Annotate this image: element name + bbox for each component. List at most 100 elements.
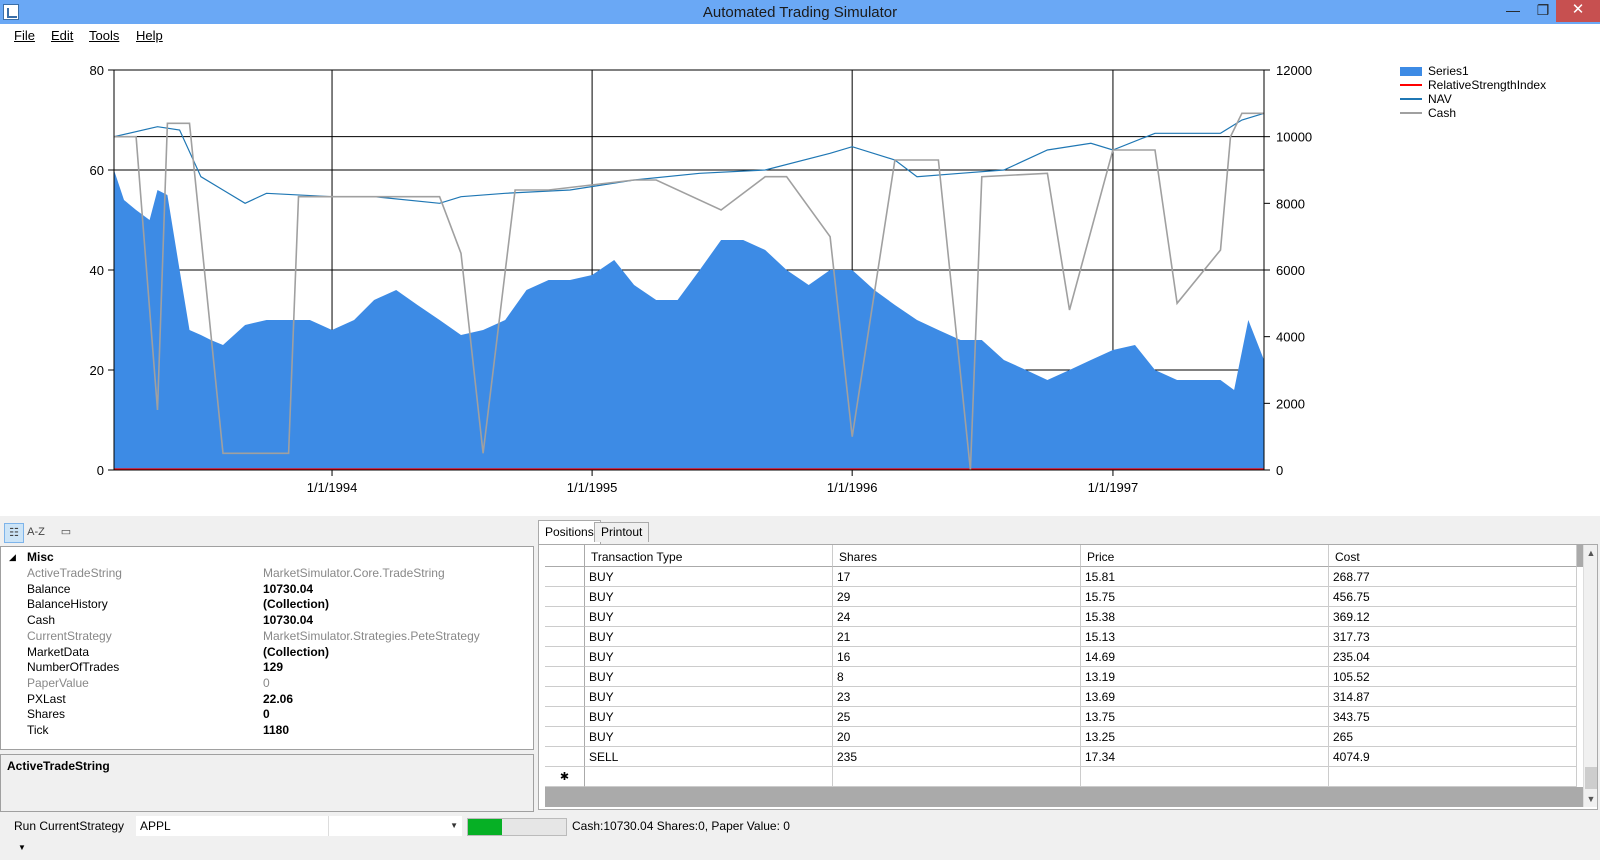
column-header[interactable]: Shares — [833, 545, 1081, 567]
table-cell[interactable]: 17 — [833, 567, 1081, 587]
row-header[interactable] — [545, 707, 585, 727]
property-value[interactable]: 1180 — [263, 722, 289, 738]
vertical-scrollbar[interactable]: ▲ ▼ — [1583, 545, 1597, 807]
property-value[interactable]: 10730.04 — [263, 581, 313, 597]
tab-positions[interactable]: Positions — [538, 520, 601, 544]
property-row[interactable]: Cash 10730.04 — [1, 612, 533, 628]
table-cell[interactable]: 25 — [833, 707, 1081, 727]
scroll-thumb[interactable] — [1585, 767, 1597, 789]
table-cell[interactable]: BUY — [585, 687, 833, 707]
property-row[interactable]: PXLast 22.06 — [1, 691, 533, 707]
row-header[interactable] — [545, 667, 585, 687]
table-row[interactable]: BUY 29 15.75 456.75 — [545, 587, 1583, 607]
menu-tools[interactable]: Tools — [89, 28, 119, 43]
table-cell[interactable]: 21 — [833, 627, 1081, 647]
table-cell[interactable]: 13.25 — [1081, 727, 1329, 747]
maximize-button[interactable]: ❐ — [1528, 0, 1558, 22]
table-cell[interactable]: BUY — [585, 707, 833, 727]
column-header[interactable]: Transaction Type — [585, 545, 833, 567]
menu-edit[interactable]: Edit — [51, 28, 73, 43]
dropdown-arrow-icon[interactable]: ▼ — [18, 843, 26, 852]
property-value[interactable]: 129 — [263, 659, 283, 675]
table-row[interactable]: SELL 235 17.34 4074.9 — [545, 747, 1583, 767]
table-cell[interactable]: 235.04 — [1329, 647, 1577, 667]
minimize-button[interactable]: — — [1498, 0, 1528, 22]
column-header[interactable]: Price — [1081, 545, 1329, 567]
table-cell[interactable]: BUY — [585, 567, 833, 587]
table-cell[interactable] — [1081, 767, 1329, 787]
table-row[interactable]: BUY 23 13.69 314.87 — [545, 687, 1583, 707]
table-cell[interactable]: 13.75 — [1081, 707, 1329, 727]
new-row[interactable]: ✱ — [545, 767, 1583, 787]
categorized-icon[interactable]: ☷ — [4, 523, 24, 543]
table-cell[interactable]: 456.75 — [1329, 587, 1577, 607]
table-row[interactable]: BUY 17 15.81 268.77 — [545, 567, 1583, 587]
property-value[interactable]: MarketSimulator.Core.TradeString — [263, 565, 445, 581]
table-row[interactable]: BUY 21 15.13 317.73 — [545, 627, 1583, 647]
property-row[interactable]: Balance 10730.04 — [1, 581, 533, 597]
property-value[interactable]: 10730.04 — [263, 612, 313, 628]
table-cell[interactable]: 265 — [1329, 727, 1577, 747]
property-value[interactable]: 0 — [263, 675, 270, 691]
positions-grid[interactable]: Transaction Type Shares Price Cost BUY 17 15.8… — [545, 545, 1583, 807]
table-cell[interactable]: 15.81 — [1081, 567, 1329, 587]
table-cell[interactable] — [833, 767, 1081, 787]
row-header[interactable] — [545, 647, 585, 667]
table-cell[interactable] — [585, 767, 833, 787]
table-cell[interactable]: 20 — [833, 727, 1081, 747]
row-header[interactable] — [545, 727, 585, 747]
table-cell[interactable]: 15.75 — [1081, 587, 1329, 607]
row-header[interactable] — [545, 567, 585, 587]
menu-file[interactable]: File — [14, 28, 35, 43]
table-row[interactable]: BUY 24 15.38 369.12 — [545, 607, 1583, 627]
property-value[interactable]: (Collection) — [263, 644, 329, 660]
table-row[interactable]: BUY 16 14.69 235.04 — [545, 647, 1583, 667]
property-row[interactable]: Shares 0 — [1, 706, 533, 722]
row-header[interactable] — [545, 607, 585, 627]
property-row[interactable]: MarketData (Collection) — [1, 644, 533, 660]
row-header[interactable] — [545, 587, 585, 607]
combo-arrow-icon[interactable]: ▼ — [450, 816, 458, 836]
property-value[interactable]: MarketSimulator.Strategies.PeteStrategy — [263, 628, 480, 644]
property-row[interactable]: BalanceHistory (Collection) — [1, 596, 533, 612]
table-row[interactable]: BUY 8 13.19 105.52 — [545, 667, 1583, 687]
table-cell[interactable]: 235 — [833, 747, 1081, 767]
table-cell[interactable]: BUY — [585, 627, 833, 647]
collapse-icon[interactable]: ◢ — [9, 549, 16, 565]
scroll-down-icon[interactable]: ▼ — [1584, 791, 1598, 807]
property-row[interactable]: PaperValue 0 — [1, 675, 533, 691]
table-cell[interactable]: 15.38 — [1081, 607, 1329, 627]
table-cell[interactable]: 29 — [833, 587, 1081, 607]
property-value[interactable]: (Collection) — [263, 596, 329, 612]
row-header[interactable] — [545, 747, 585, 767]
tab-printout[interactable]: Printout — [594, 522, 650, 542]
table-cell[interactable]: SELL — [585, 747, 833, 767]
table-cell[interactable]: 24 — [833, 607, 1081, 627]
table-cell[interactable]: 105.52 — [1329, 667, 1577, 687]
table-cell[interactable]: 16 — [833, 647, 1081, 667]
symbol-combo[interactable]: APPL ▼ — [136, 816, 462, 836]
table-row[interactable]: BUY 25 13.75 343.75 — [545, 707, 1583, 727]
table-cell[interactable]: 14.69 — [1081, 647, 1329, 667]
row-header[interactable] — [545, 687, 585, 707]
table-cell[interactable]: 4074.9 — [1329, 747, 1577, 767]
table-cell[interactable]: 314.87 — [1329, 687, 1577, 707]
property-value[interactable]: 22.06 — [263, 691, 293, 707]
property-row[interactable]: Tick 1180 — [1, 722, 533, 738]
scroll-up-icon[interactable]: ▲ — [1584, 545, 1598, 561]
table-cell[interactable]: BUY — [585, 647, 833, 667]
property-value[interactable]: 0 — [263, 706, 270, 722]
table-cell[interactable] — [1329, 767, 1577, 787]
table-cell[interactable]: 13.19 — [1081, 667, 1329, 687]
property-row[interactable]: NumberOfTrades 129 — [1, 659, 533, 675]
property-row[interactable]: ActiveTradeString MarketSimulator.Core.T… — [1, 565, 533, 581]
table-cell[interactable]: BUY — [585, 587, 833, 607]
table-cell[interactable]: 23 — [833, 687, 1081, 707]
column-header[interactable]: Cost — [1329, 545, 1577, 567]
table-cell[interactable]: 343.75 — [1329, 707, 1577, 727]
table-row[interactable]: BUY 20 13.25 265 — [545, 727, 1583, 747]
table-cell[interactable]: 369.12 — [1329, 607, 1577, 627]
table-cell[interactable]: BUY — [585, 727, 833, 747]
table-cell[interactable]: 17.34 — [1081, 747, 1329, 767]
table-cell[interactable]: 317.73 — [1329, 627, 1577, 647]
